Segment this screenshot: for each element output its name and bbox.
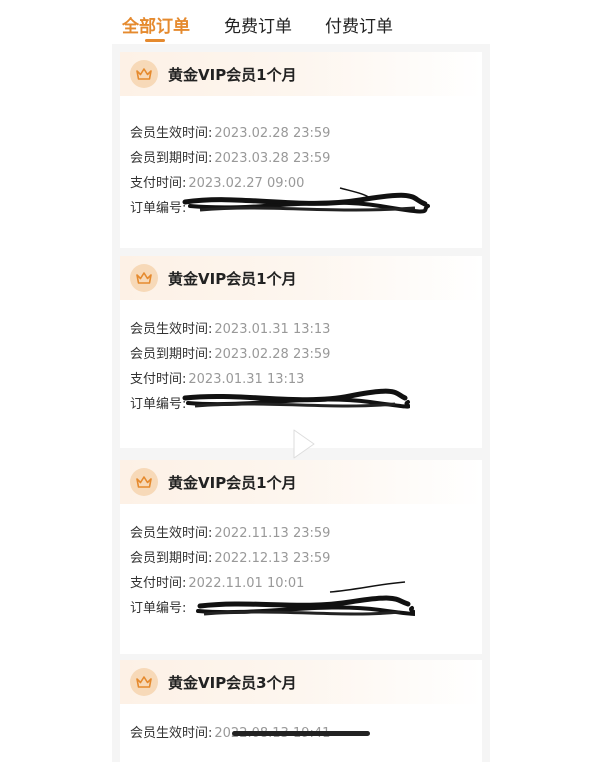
- end-time-label: 会员到期时间:: [130, 347, 213, 362]
- order-list[interactable]: 黄金VIP会员1个月 会员生效时间: 2023.02.28 23:59 会员到期时…: [112, 44, 490, 762]
- end-time-value: 2022.12.13 23:59: [214, 551, 331, 566]
- order-number-label: 订单编号:: [130, 201, 187, 216]
- card-header: 黄金VIP会员1个月: [120, 460, 482, 504]
- tab-free-orders[interactable]: 免费订单: [224, 12, 292, 37]
- crown-icon: [130, 668, 158, 696]
- start-time-row: 会员生效时间: 2023.02.28 23:59: [130, 122, 330, 141]
- end-time-row: 会员到期时间: 2023.02.28 23:59: [130, 343, 330, 362]
- home-indicator: [232, 731, 370, 736]
- redaction-scribble: [196, 581, 415, 616]
- redaction-scribble: [182, 388, 410, 409]
- start-time-value: 2022.11.13 23:59: [214, 526, 331, 541]
- crown-icon: [130, 264, 158, 292]
- start-time-label: 会员生效时间:: [130, 322, 213, 337]
- pay-time-label: 支付时间:: [130, 176, 187, 191]
- pay-time-label: 支付时间:: [130, 372, 187, 387]
- order-number-row: 订单编号:: [130, 393, 186, 412]
- pay-time-label: 支付时间:: [130, 576, 187, 591]
- order-card[interactable]: 黄金VIP会员1个月 会员生效时间: 2022.11.13 23:59 会员到期时…: [120, 460, 482, 654]
- order-title: 黄金VIP会员1个月: [168, 474, 297, 492]
- order-card[interactable]: 黄金VIP会员1个月 会员生效时间: 2023.01.31 13:13 会员到期时…: [120, 256, 482, 448]
- order-tabs: 全部订单 免费订单 付费订单: [0, 0, 600, 44]
- card-header: 黄金VIP会员1个月: [120, 256, 482, 300]
- order-number-label: 订单编号:: [130, 601, 187, 616]
- start-time-row: 会员生效时间: 2022.11.13 23:59: [130, 522, 330, 541]
- end-time-row: 会员到期时间: 2023.03.28 23:59: [130, 147, 330, 166]
- pay-time-row: 支付时间: 2023.01.31 13:13: [130, 368, 304, 387]
- card-header: 黄金VIP会员3个月: [120, 660, 482, 704]
- end-time-label: 会员到期时间:: [130, 151, 213, 166]
- order-card[interactable]: 黄金VIP会员3个月 会员生效时间:2022.08.13 19:41: [120, 660, 482, 762]
- crown-icon: [130, 468, 158, 496]
- active-tab-indicator: [145, 39, 165, 42]
- end-time-value: 2023.03.28 23:59: [214, 151, 331, 166]
- end-time-label: 会员到期时间:: [130, 551, 213, 566]
- play-icon[interactable]: [282, 424, 322, 464]
- start-time-value: 2023.02.28 23:59: [214, 126, 331, 141]
- start-time-label: 会员生效时间:: [130, 526, 213, 541]
- tab-paid-orders[interactable]: 付费订单: [325, 12, 393, 37]
- order-title: 黄金VIP会员1个月: [168, 270, 297, 288]
- start-time-value: 2023.01.31 13:13: [214, 322, 331, 337]
- end-time-row: 会员到期时间: 2022.12.13 23:59: [130, 547, 330, 566]
- order-number-label: 订单编号:: [130, 397, 187, 412]
- start-time-row: 会员生效时间: 2023.01.31 13:13: [130, 318, 330, 337]
- pay-time-value: 2023.01.31 13:13: [188, 372, 305, 387]
- crown-icon: [130, 60, 158, 88]
- redaction-scribble: [182, 187, 430, 214]
- order-number-row: 订单编号:: [130, 197, 186, 216]
- order-card[interactable]: 黄金VIP会员1个月 会员生效时间: 2023.02.28 23:59 会员到期时…: [120, 52, 482, 248]
- order-number-row: 订单编号:: [130, 597, 186, 616]
- start-time-label: 会员生效时间:: [130, 126, 213, 141]
- end-time-value: 2023.02.28 23:59: [214, 347, 331, 362]
- tab-all-orders[interactable]: 全部订单: [122, 12, 190, 37]
- order-title: 黄金VIP会员1个月: [168, 66, 297, 84]
- start-time-label: 会员生效时间:: [130, 726, 213, 741]
- card-header: 黄金VIP会员1个月: [120, 52, 482, 96]
- order-title: 黄金VIP会员3个月: [168, 674, 297, 692]
